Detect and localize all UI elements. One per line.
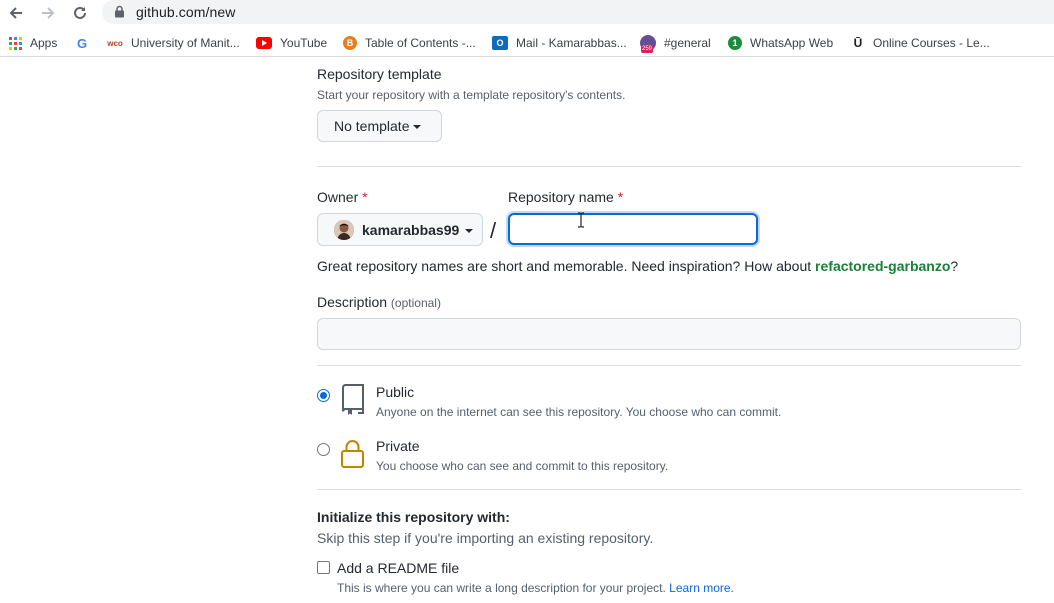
- bookmark-label: #general: [664, 36, 711, 50]
- public-option-title[interactable]: Public: [376, 384, 414, 400]
- bookmark-google[interactable]: G: [76, 34, 98, 52]
- add-readme-label[interactable]: Add a README file: [337, 560, 459, 576]
- caret-down-icon: [465, 228, 474, 233]
- bookmark-label: Apps: [30, 36, 58, 50]
- slack-icon: 259: [640, 35, 656, 53]
- private-option-help: You choose who can see and commit to thi…: [376, 459, 669, 473]
- section-divider: [317, 489, 1021, 490]
- bookmark-apps[interactable]: Apps: [8, 34, 57, 52]
- url-text: github.com/new: [136, 4, 236, 20]
- svg-text:G: G: [77, 36, 87, 50]
- forward-button[interactable]: [37, 2, 59, 24]
- bookmark-slack-general[interactable]: 259 #general: [640, 34, 711, 53]
- avatar: [334, 219, 354, 240]
- template-heading: Repository template: [317, 66, 442, 82]
- b-circle-icon: B: [343, 36, 357, 50]
- arrow-right-icon: [42, 7, 55, 19]
- bookmark-table-of-contents[interactable]: B Table of Contents -...: [343, 34, 476, 52]
- bookmark-online-courses[interactable]: Ū Online Courses - Le...: [851, 34, 990, 52]
- bookmark-youtube[interactable]: YouTube: [256, 34, 327, 52]
- bookmark-mail[interactable]: O Mail - Kamarabbas...: [492, 34, 627, 52]
- owner-label: Owner *: [317, 189, 368, 205]
- bookmark-label: WhatsApp Web: [750, 36, 834, 50]
- bookmark-label: Table of Contents -...: [365, 36, 476, 50]
- template-dropdown-button[interactable]: No template: [317, 110, 442, 142]
- bookmark-label: University of Manit...: [131, 36, 240, 50]
- initialize-heading: Initialize this repository with:: [317, 509, 510, 525]
- bookmarks-bar: Apps G wco University of Manit... YouTub…: [0, 30, 1054, 57]
- whatsapp-icon: 1: [728, 36, 742, 50]
- new-repository-form: Repository template Start your repositor…: [0, 58, 1054, 603]
- bookmark-university[interactable]: wco University of Manit...: [106, 34, 240, 52]
- google-icon: G: [76, 36, 90, 50]
- address-bar[interactable]: github.com/new: [102, 0, 1054, 24]
- wco-icon: wco: [107, 38, 123, 48]
- outlook-icon: O: [492, 36, 508, 50]
- readme-help: This is where you can write a long descr…: [337, 581, 734, 595]
- add-readme-checkbox[interactable]: [317, 561, 330, 574]
- description-input[interactable]: [317, 318, 1021, 350]
- repo-name-label: Repository name *: [508, 189, 624, 205]
- learn-more-link[interactable]: Learn more.: [669, 581, 734, 595]
- back-button[interactable]: [5, 2, 27, 24]
- optional-note: (optional): [390, 296, 441, 310]
- suggested-repo-name-link[interactable]: refactored-garbanzo: [815, 258, 950, 274]
- bookmark-label: Mail - Kamarabbas...: [516, 36, 627, 50]
- youtube-icon: [256, 36, 272, 50]
- private-radio[interactable]: [317, 443, 330, 456]
- bookmark-label: YouTube: [280, 36, 328, 50]
- bookmark-whatsapp[interactable]: 1 WhatsApp Web: [728, 34, 833, 52]
- template-help: Start your repository with a template re…: [317, 88, 626, 102]
- udemy-icon: Ū: [853, 36, 863, 50]
- repository-name-input[interactable]: [508, 213, 758, 245]
- private-option-title[interactable]: Private: [376, 438, 420, 454]
- initialize-help: Skip this step if you're importing an ex…: [317, 530, 654, 546]
- public-radio[interactable]: [317, 389, 330, 402]
- arrow-left-icon: [9, 7, 22, 19]
- section-divider: [317, 365, 1021, 366]
- lock-icon: [341, 440, 364, 468]
- browser-toolbar: github.com/new: [0, 0, 1054, 26]
- text-cursor-icon: [578, 212, 584, 228]
- required-marker: *: [362, 189, 368, 205]
- owner-repo-separator: /: [490, 218, 497, 243]
- template-button-label: No template: [334, 118, 410, 134]
- public-option-help: Anyone on the internet can see this repo…: [376, 405, 782, 419]
- owner-name: kamarabbas99: [362, 221, 460, 238]
- section-divider: [317, 166, 1021, 167]
- caret-down-icon: [413, 125, 422, 129]
- apps-grid-icon: [8, 36, 22, 50]
- repo-icon: [342, 384, 364, 415]
- owner-dropdown-button[interactable]: kamarabbas99: [317, 213, 483, 246]
- lock-icon: [115, 5, 124, 18]
- repo-name-suggestion: Great repository names are short and mem…: [317, 258, 959, 274]
- bookmark-label: Online Courses - Le...: [873, 36, 990, 50]
- required-marker: *: [617, 189, 624, 205]
- reload-button[interactable]: [69, 2, 91, 24]
- reload-icon: [74, 6, 86, 19]
- description-label: Description (optional): [317, 294, 441, 310]
